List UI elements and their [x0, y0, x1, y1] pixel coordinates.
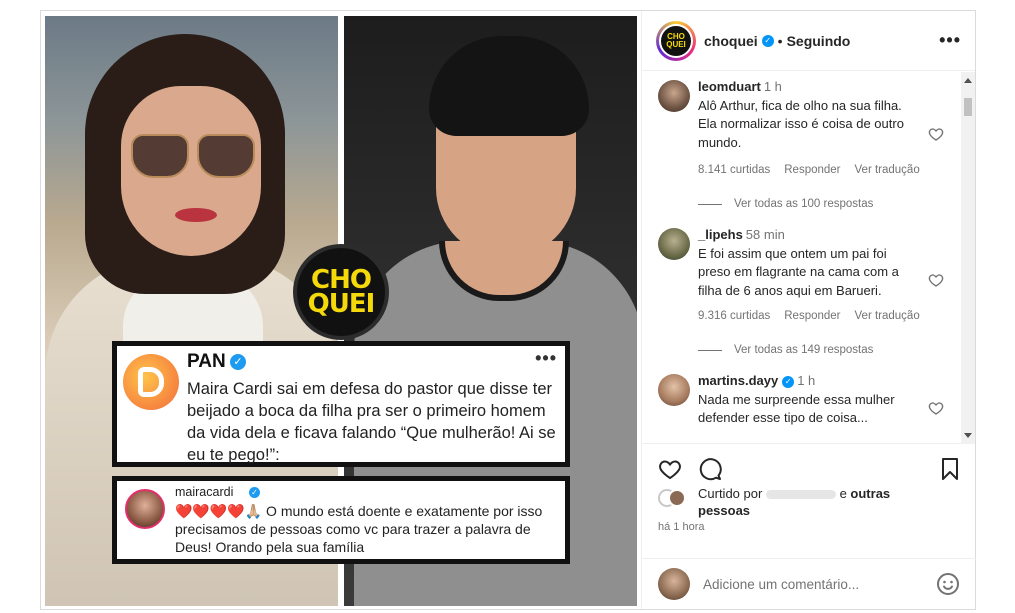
comment-likes-count[interactable]: 8.141 curtidas — [698, 164, 770, 176]
comment-meta: 9.316 curtidas Responder Ver tradução — [698, 310, 934, 322]
maira-reply-card: mairacardi ✓ ❤️❤️❤️❤️🙏🏼 O mundo está doe… — [112, 476, 570, 564]
choquei-logo-badge: CHO QUEI — [293, 244, 389, 340]
maira-reply-text: ❤️❤️❤️❤️🙏🏼 O mundo está doente e exatame… — [175, 503, 543, 555]
account-avatar-logo: CHO QUEI — [659, 23, 693, 58]
verified-icon: ✓ — [782, 376, 795, 388]
comment-text-block: _lipehs 58 min E foi assim que ontem um p… — [698, 226, 918, 300]
comment-username[interactable]: leomduart — [698, 79, 761, 94]
comment-icon[interactable] — [698, 457, 722, 481]
comment-time: 58 min — [745, 227, 785, 242]
maira-username: mairacardi — [175, 485, 234, 499]
comment-avatar[interactable] — [658, 228, 690, 260]
comment-meta: 8.141 curtidas Responder Ver tradução — [698, 164, 934, 176]
view-replies[interactable]: Ver todas as 100 respostas — [698, 198, 873, 210]
pan-name: PAN — [187, 351, 226, 372]
header-separator: • — [777, 32, 783, 49]
comment-username[interactable]: _lipehs — [698, 227, 743, 242]
current-user-avatar — [658, 568, 690, 600]
scrollbar-thumb[interactable] — [964, 98, 972, 116]
pan-tweet-card: PAN ✓ ••• Maira Cardi sai em defesa do p… — [112, 341, 570, 467]
verified-icon: ✓ — [761, 34, 774, 47]
add-comment-bar — [642, 558, 976, 609]
likes-summary[interactable]: Curtido por e outras pessoas — [658, 483, 958, 523]
more-options-icon[interactable]: ••• — [939, 30, 961, 51]
heart-icon[interactable] — [928, 126, 944, 142]
comments-scrollbar[interactable] — [961, 72, 975, 444]
post-header: CHO QUEI choquei ✓ • Seguindo ••• — [642, 11, 975, 71]
likers-avatars — [658, 489, 690, 509]
post-timestamp[interactable]: há 1 hora — [658, 521, 704, 533]
likes-prefix: Curtido por — [698, 486, 763, 501]
scroll-down-arrow-icon[interactable] — [964, 433, 972, 438]
comment-body: Alô Arthur, fica de olho na sua filha. E… — [698, 97, 904, 150]
blurred-username — [765, 490, 836, 500]
comments-list[interactable]: leomduart 1 h Alô Arthur, fica de olho na… — [642, 72, 962, 444]
account-avatar[interactable]: CHO QUEI — [656, 20, 696, 61]
comment-text-block: martins.dayy ✓ 1 h Nada me surpreende essa… — [698, 372, 918, 428]
view-replies[interactable]: Ver todas as 149 respostas — [698, 344, 873, 356]
heart-icon[interactable] — [928, 400, 944, 416]
comment-text-block: leomduart 1 h Alô Arthur, fica de olho na… — [698, 78, 918, 152]
comment-avatar[interactable] — [658, 374, 690, 406]
post-side-panel: CHO QUEI choquei ✓ • Seguindo ••• leomdu… — [641, 11, 976, 609]
pan-tweet-text: Maira Cardi sai em defesa do pastor que … — [187, 380, 556, 464]
emoji-icon[interactable] — [936, 572, 960, 596]
reply-button[interactable]: Responder — [784, 310, 840, 322]
following-button[interactable]: Seguindo — [787, 33, 851, 49]
pan-logo-icon — [123, 354, 179, 410]
heart-icon[interactable] — [658, 457, 682, 481]
more-icon: ••• — [535, 348, 557, 368]
heart-icon[interactable] — [928, 272, 944, 288]
instagram-post: CHO QUEI PAN ✓ ••• Maira Cardi sai em de… — [40, 10, 976, 610]
view-replies-label[interactable]: Ver todas as 100 respostas — [734, 198, 873, 210]
choquei-logo-text: CHO QUEI — [307, 265, 376, 319]
likes-text: Curtido por e outras pessoas — [698, 485, 928, 519]
reply-button[interactable]: Responder — [784, 164, 840, 176]
comment-avatar[interactable] — [658, 80, 690, 112]
view-replies-label[interactable]: Ver todas as 149 respostas — [734, 344, 873, 356]
verified-icon: ✓ — [249, 487, 260, 498]
translate-button[interactable]: Ver tradução — [855, 164, 920, 176]
bookmark-icon[interactable] — [938, 457, 962, 481]
verified-icon: ✓ — [230, 354, 246, 370]
scroll-up-arrow-icon[interactable] — [964, 78, 972, 83]
likes-connector: e — [839, 486, 847, 501]
comment-body: E foi assim que ontem um pai foi preso e… — [698, 245, 899, 298]
account-username[interactable]: choquei — [704, 33, 758, 49]
comment-likes-count[interactable]: 9.316 curtidas — [698, 310, 770, 322]
post-media[interactable]: CHO QUEI PAN ✓ ••• Maira Cardi sai em de… — [41, 11, 641, 609]
maira-avatar — [125, 489, 165, 529]
comment-time: 1 h — [763, 79, 782, 94]
comment-input[interactable] — [703, 576, 903, 592]
comment-username[interactable]: martins.dayy — [698, 373, 778, 388]
translate-button[interactable]: Ver tradução — [855, 310, 920, 322]
comment-time: 1 h — [797, 373, 816, 388]
comment-body: Nada me surpreende essa mulher defender … — [698, 391, 895, 426]
